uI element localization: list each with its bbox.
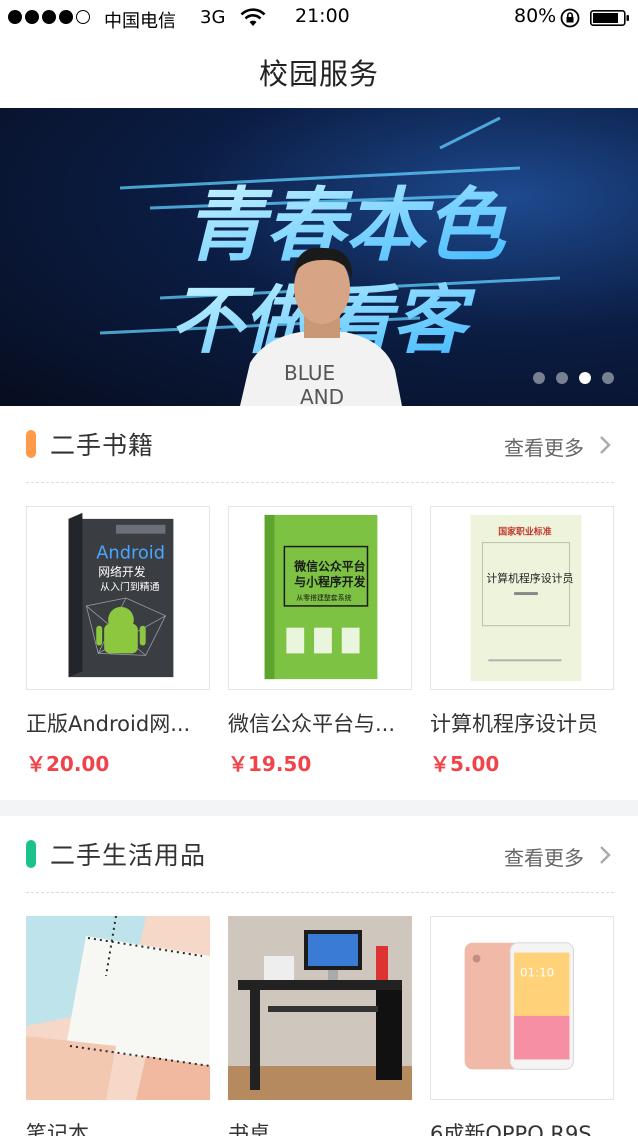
divider <box>26 482 614 483</box>
carousel-dot[interactable] <box>556 372 568 384</box>
svg-text:从零搭建整套系统: 从零搭建整套系统 <box>296 593 351 602</box>
orientation-lock-icon <box>560 8 580 28</box>
svg-text:Android: Android <box>96 542 165 563</box>
product-price: ￥19.50 <box>228 752 312 776</box>
svg-text:国家职业标准: 国家职业标准 <box>498 526 551 538</box>
page-title: 校园服务 <box>258 57 379 91</box>
product-image[interactable]: 01:10 <box>430 916 614 1100</box>
view-more-link[interactable]: 查看更多 <box>504 842 584 871</box>
product-image[interactable]: 微信公众平台 与小程序开发 从零搭建整套系统 <box>228 506 412 690</box>
section-header: 二手书籍 查看更多 <box>0 406 638 480</box>
product-name: 6成新OPPO R9S <box>430 1122 592 1136</box>
wifi-icon <box>240 8 266 26</box>
section-used-daily-goods: 二手生活用品 查看更多 笔记本 书桌 01:10 6成新OPPO R9S <box>0 816 638 1136</box>
product-name: 正版Android网... <box>26 712 191 736</box>
carousel-indicator[interactable] <box>533 372 614 384</box>
section-separator <box>0 800 638 816</box>
carousel-dot[interactable] <box>602 372 614 384</box>
section-title: 二手书籍 <box>50 431 155 460</box>
view-more-link[interactable]: 查看更多 <box>504 432 584 461</box>
network-type: 3G <box>200 7 226 28</box>
product-image[interactable]: Android 网络开发 从入门到精通 <box>26 506 210 690</box>
section-used-books: 二手书籍 查看更多 Android 网络开发 从入门到精通 正版Android网… <box>0 406 638 800</box>
section-title: 二手生活用品 <box>50 841 207 870</box>
svg-text:网络开发: 网络开发 <box>98 565 146 579</box>
carousel-dot[interactable] <box>533 372 545 384</box>
shirt-text-2: AND <box>300 385 344 406</box>
section-accent-bar <box>26 840 36 868</box>
product-name: 计算机程序设计员 <box>430 712 598 736</box>
chevron-right-icon[interactable] <box>598 844 612 866</box>
product-image[interactable]: 国家职业标准 计算机程序设计员 <box>430 506 614 690</box>
svg-text:从入门到精通: 从入门到精通 <box>100 580 159 593</box>
svg-text:计算机程序设计员: 计算机程序设计员 <box>486 571 573 585</box>
carrier-label: 中国电信 <box>104 11 176 32</box>
product-name: 微信公众平台与... <box>228 712 396 736</box>
promo-banner[interactable]: 青春本色 不做看客 BLUE AND <box>0 108 638 406</box>
product-image[interactable] <box>26 916 210 1100</box>
navigation-bar: 校园服务 <box>0 36 638 108</box>
clock: 21:00 <box>295 5 350 27</box>
svg-text:微信公众平台: 微信公众平台 <box>293 559 365 573</box>
svg-text:01:10: 01:10 <box>520 965 554 979</box>
status-bar: 中国电信 3G 21:00 80% <box>0 0 638 36</box>
product-price: ￥20.00 <box>26 752 110 776</box>
section-accent-bar <box>26 430 36 458</box>
carousel-dot-active[interactable] <box>579 372 591 384</box>
section-header: 二手生活用品 查看更多 <box>0 816 638 890</box>
chevron-right-icon[interactable] <box>598 434 612 456</box>
product-price: ￥5.00 <box>430 752 500 776</box>
svg-text:与小程序开发: 与小程序开发 <box>294 575 365 589</box>
product-name: 书桌 <box>228 1122 270 1136</box>
battery-icon <box>590 10 629 26</box>
product-image[interactable] <box>228 916 412 1100</box>
signal-strength-icon <box>8 10 90 24</box>
divider <box>26 892 614 893</box>
product-name: 笔记本 <box>26 1122 89 1136</box>
shirt-text-1: BLUE <box>284 361 335 385</box>
banner-artwork: 青春本色 不做看客 BLUE AND <box>99 116 561 406</box>
battery-percent: 80% <box>514 5 557 27</box>
